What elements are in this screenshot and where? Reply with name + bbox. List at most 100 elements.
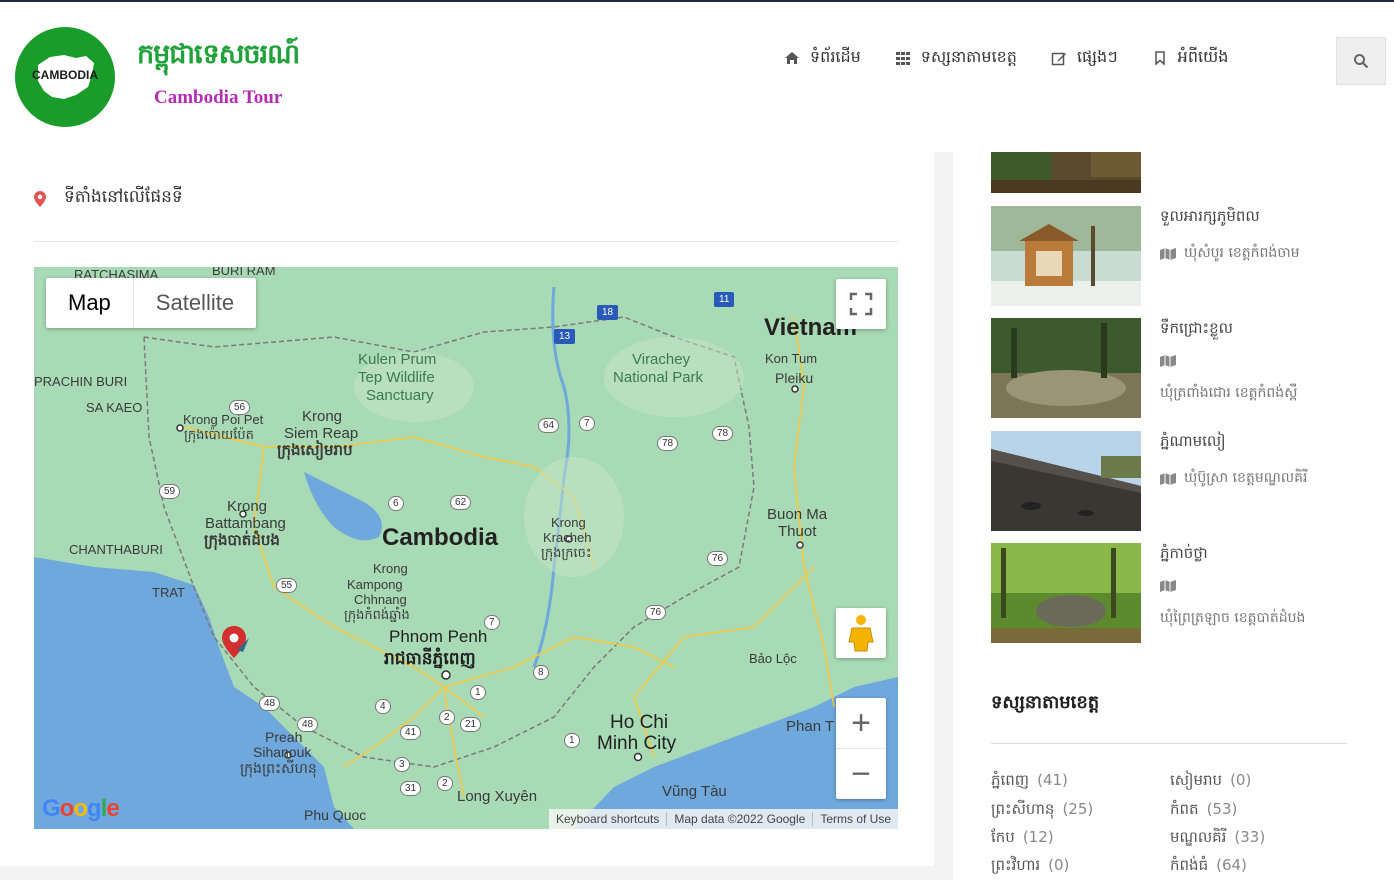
map-label: ក្រុងក្រចេះ (541, 545, 592, 560)
road-shield: 4 (375, 699, 391, 714)
road-shield: 62 (450, 495, 472, 510)
nav-item-provinces[interactable]: ទស្សនាតាមខេត្ត (895, 46, 1017, 70)
attraction-title[interactable]: ភ្នំណាមលៀ (1160, 432, 1226, 454)
map-type-map-button[interactable]: Map (46, 278, 134, 328)
nav-item-label: អំពីយើង (1177, 47, 1229, 66)
province-link[interactable]: កំពត (53) (1170, 800, 1237, 822)
map-label: PRACHIN BURI (34, 374, 128, 389)
thumbnail-image[interactable] (991, 543, 1141, 643)
pegman-icon (848, 615, 874, 652)
logo-text: CAMBODIA (32, 68, 98, 82)
divider (34, 241, 898, 242)
road-shield: 31 (400, 781, 422, 796)
thumbnail-image[interactable] (991, 152, 1141, 193)
nav-item-label: ផ្សេងៗ (1076, 47, 1118, 66)
nav-item-label: ទស្សនាតាមខេត្ត (920, 47, 1017, 66)
road-shield: 13 (554, 329, 576, 344)
map-label: CHANTHABURI (69, 542, 163, 557)
province-link[interactable]: សៀមរាប (0) (1170, 771, 1251, 793)
search-button[interactable] (1336, 37, 1386, 85)
keyboard-shortcuts-link[interactable]: Keyboard shortcuts (549, 812, 666, 826)
road-shield: 2 (439, 710, 455, 725)
nav-item-about[interactable]: អំពីយើង (1152, 46, 1229, 70)
site-logo[interactable]: CAMBODIA (15, 27, 115, 127)
provinces-section-title: ទស្សនាតាមខេត្ត (991, 692, 1100, 713)
road-shield: 11 (714, 292, 735, 307)
bookmark-icon (1154, 51, 1165, 66)
attraction-title[interactable]: ទួលអារក្សភូមិពល (1160, 207, 1260, 229)
road-shield: 64 (538, 418, 560, 433)
nav-item-home[interactable]: ទំព័រដើម (784, 46, 861, 70)
thumbnail-image[interactable] (991, 318, 1141, 418)
map-label: Kon Tum (765, 351, 818, 366)
terms-of-use-link[interactable]: Terms of Use (812, 812, 898, 826)
brand-title-en[interactable]: Cambodia Tour (154, 87, 282, 109)
road-shield: 76 (707, 551, 729, 566)
map-label: Phnom Penh (389, 627, 488, 646)
map-label: Pleiku (775, 370, 814, 386)
map-label: Ho Chi (610, 712, 669, 733)
main-nav: ទំព័រដើម ទស្សនាតាមខេត្ត ផ្សេងៗ អំពីយើង (784, 46, 1228, 70)
search-icon (1354, 54, 1369, 69)
map-label: Phan T (786, 718, 835, 735)
province-link[interactable]: មណ្ឌលគិរី (33) (1170, 828, 1265, 850)
road-shield: 7 (579, 416, 595, 431)
province-name: កំពង់ធំ (1170, 856, 1209, 874)
map-label-park: Kulen Prum (358, 351, 437, 368)
map-label: Krong Poi Pet (183, 412, 264, 427)
location-label: ទីតាំងនៅលើផែនទី (64, 187, 183, 207)
attraction-title[interactable]: ទឹកជ្រោះខ្លួល (1160, 319, 1233, 341)
province-link[interactable]: ភ្នំពេញ (41) (991, 771, 1068, 793)
map-type-control: Map Satellite (46, 278, 257, 328)
location-heading: ទីតាំងនៅលើផែនទី (34, 186, 183, 211)
attraction-location-text: ឃុំប៊ូស្រា ខេត្តមណ្ឌលគិរី (1184, 470, 1308, 486)
thumbnail-image[interactable] (991, 206, 1141, 306)
zoom-control: + − (836, 698, 886, 799)
google-map[interactable]: RATCHASIMA BURI RAM PRACHIN BURI SA KAEO… (34, 267, 898, 829)
map-label: Bảo Lộc (749, 651, 797, 666)
road-shield: 41 (400, 725, 422, 740)
map-label-park: Tep Wildlife (358, 369, 435, 386)
map-label: Krong (373, 561, 408, 576)
map-label: Buon Ma (767, 506, 828, 523)
street-view-button[interactable] (836, 608, 886, 658)
map-icon (1160, 472, 1176, 485)
map-data-text: Map data ©2022 Google (666, 812, 812, 826)
map-label: រាជធានីភ្នំពេញ (384, 649, 476, 668)
brand-title-km[interactable]: កម្ពុជាទេសចរណ៍ (137, 38, 300, 77)
map-label-country: Cambodia (382, 524, 499, 551)
road-shield: 48 (297, 717, 319, 732)
attraction-title[interactable]: ភ្នំកាច់ថ្លា (1160, 544, 1208, 566)
province-count: (12) (1022, 828, 1054, 846)
thumbnail-image[interactable] (991, 431, 1141, 531)
map-label: ក្រុងបាត់ដំបង (204, 532, 280, 549)
province-name: មណ្ឌលគិរី (1170, 828, 1227, 846)
nav-item-other[interactable]: ផ្សេងៗ (1051, 46, 1118, 70)
map-label: Thuot (778, 523, 817, 540)
fullscreen-button[interactable] (836, 279, 886, 329)
province-link[interactable]: កំពង់ធំ (64) (1170, 856, 1247, 878)
edit-icon (1051, 52, 1066, 66)
province-link[interactable]: កែប (12) (991, 828, 1054, 850)
map-label: Minh City (597, 733, 677, 754)
province-name: សៀមរាប (1170, 771, 1223, 789)
map-icon (1160, 355, 1176, 367)
road-shield: 21 (460, 717, 482, 732)
road-shield: 18 (597, 305, 619, 320)
map-type-satellite-button[interactable]: Satellite (134, 278, 256, 328)
zoom-out-button[interactable]: − (836, 749, 886, 799)
grid-icon (895, 52, 910, 65)
map-label: TRAT (152, 585, 185, 600)
map-marker-icon[interactable] (221, 626, 251, 664)
province-count: (0) (1230, 771, 1252, 789)
attraction-location: ឃុំត្រពាំងជោរ ខេត្តកំពង់ស្ពឺ (1160, 383, 1297, 404)
map-label: BURI RAM (212, 267, 276, 278)
zoom-in-button[interactable]: + (836, 698, 886, 749)
province-link[interactable]: ព្រះវិហារ (0) (991, 856, 1069, 878)
province-link[interactable]: ព្រះសីហានុ (25) (991, 800, 1093, 822)
road-shield: 2 (437, 776, 453, 791)
map-label: Vũng Tàu (662, 783, 727, 800)
map-label: Preah (265, 729, 303, 745)
road-shield: 78 (712, 426, 734, 441)
road-shield: 8 (533, 665, 549, 680)
